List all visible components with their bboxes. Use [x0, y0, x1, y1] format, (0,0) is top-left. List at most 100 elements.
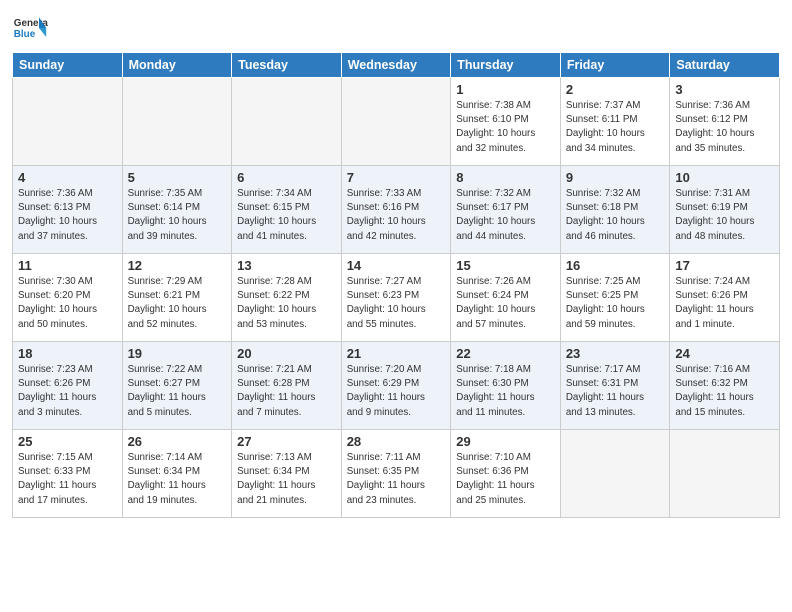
calendar-cell: 8 Sunrise: 7:32 AM Sunset: 6:17 PM Daylig… [451, 166, 561, 254]
calendar-header-wednesday: Wednesday [341, 53, 451, 78]
day-info: Sunrise: 7:28 AM Sunset: 6:22 PM Dayligh… [237, 275, 336, 332]
logo-icon: General Blue [12, 10, 48, 46]
day-number: 24 [675, 346, 774, 361]
calendar-cell: 22 Sunrise: 7:18 AM Sunset: 6:30 PM Dayli… [451, 342, 561, 430]
day-number: 4 [18, 170, 117, 185]
calendar-cell: 17 Sunrise: 7:24 AM Sunset: 6:26 PM Dayli… [670, 254, 780, 342]
calendar-cell [13, 78, 123, 166]
day-info: Sunrise: 7:14 AM Sunset: 6:34 PM Dayligh… [128, 451, 227, 508]
calendar-cell [560, 430, 670, 518]
calendar-header-monday: Monday [122, 53, 232, 78]
calendar-cell: 18 Sunrise: 7:23 AM Sunset: 6:26 PM Dayli… [13, 342, 123, 430]
day-info: Sunrise: 7:29 AM Sunset: 6:21 PM Dayligh… [128, 275, 227, 332]
calendar-cell: 24 Sunrise: 7:16 AM Sunset: 6:32 PM Dayli… [670, 342, 780, 430]
header: General Blue [12, 10, 780, 46]
day-number: 5 [128, 170, 227, 185]
day-info: Sunrise: 7:27 AM Sunset: 6:23 PM Dayligh… [347, 275, 446, 332]
day-info: Sunrise: 7:24 AM Sunset: 6:26 PM Dayligh… [675, 275, 774, 332]
week-row-2: 4 Sunrise: 7:36 AM Sunset: 6:13 PM Daylig… [13, 166, 780, 254]
day-number: 13 [237, 258, 336, 273]
calendar-cell: 15 Sunrise: 7:26 AM Sunset: 6:24 PM Dayli… [451, 254, 561, 342]
calendar-cell: 12Sunrise: 7:29 AM Sunset: 6:21 PM Dayli… [122, 254, 232, 342]
day-number: 25 [18, 434, 117, 449]
week-row-5: 25 Sunrise: 7:15 AM Sunset: 6:33 PM Dayli… [13, 430, 780, 518]
day-number: 22 [456, 346, 555, 361]
calendar-cell [122, 78, 232, 166]
day-info: Sunrise: 7:21 AM Sunset: 6:28 PM Dayligh… [237, 363, 336, 420]
day-info: Sunrise: 7:32 AM Sunset: 6:18 PM Dayligh… [566, 187, 665, 244]
calendar-cell: 14 Sunrise: 7:27 AM Sunset: 6:23 PM Dayli… [341, 254, 451, 342]
day-info: Sunrise: 7:38 AM Sunset: 6:10 PM Dayligh… [456, 99, 555, 156]
calendar-cell: 28 Sunrise: 7:11 AM Sunset: 6:35 PM Dayli… [341, 430, 451, 518]
day-number: 27 [237, 434, 336, 449]
day-info: Sunrise: 7:13 AM Sunset: 6:34 PM Dayligh… [237, 451, 336, 508]
day-info: Sunrise: 7:10 AM Sunset: 6:36 PM Dayligh… [456, 451, 555, 508]
calendar-header-row: SundayMondayTuesdayWednesdayThursdayFrid… [13, 53, 780, 78]
day-info: Sunrise: 7:17 AM Sunset: 6:31 PM Dayligh… [566, 363, 665, 420]
day-info: Sunrise: 7:26 AM Sunset: 6:24 PM Dayligh… [456, 275, 555, 332]
day-number: 28 [347, 434, 446, 449]
calendar-cell: 21 Sunrise: 7:20 AM Sunset: 6:29 PM Dayli… [341, 342, 451, 430]
week-row-3: 11 Sunrise: 7:30 AM Sunset: 6:20 PM Dayli… [13, 254, 780, 342]
calendar: SundayMondayTuesdayWednesdayThursdayFrid… [12, 52, 780, 518]
day-number: 1 [456, 82, 555, 97]
day-number: 16 [566, 258, 665, 273]
calendar-cell: 13 Sunrise: 7:28 AM Sunset: 6:22 PM Dayli… [232, 254, 342, 342]
day-info: Sunrise: 7:37 AM Sunset: 6:11 PM Dayligh… [566, 99, 665, 156]
logo: General Blue [12, 10, 52, 46]
day-info: Sunrise: 7:32 AM Sunset: 6:17 PM Dayligh… [456, 187, 555, 244]
day-number: 18 [18, 346, 117, 361]
page-container: General Blue SundayMondayTuesdayWednesda… [0, 0, 792, 526]
day-number: 21 [347, 346, 446, 361]
calendar-cell: 7 Sunrise: 7:33 AM Sunset: 6:16 PM Daylig… [341, 166, 451, 254]
week-row-4: 18 Sunrise: 7:23 AM Sunset: 6:26 PM Dayli… [13, 342, 780, 430]
calendar-header-sunday: Sunday [13, 53, 123, 78]
calendar-cell: 19Sunrise: 7:22 AM Sunset: 6:27 PM Dayli… [122, 342, 232, 430]
calendar-cell: 20 Sunrise: 7:21 AM Sunset: 6:28 PM Dayli… [232, 342, 342, 430]
day-info: Sunrise: 7:36 AM Sunset: 6:12 PM Dayligh… [675, 99, 774, 156]
day-number: 10 [675, 170, 774, 185]
day-number: 3 [675, 82, 774, 97]
day-info: Sunrise: 7:11 AM Sunset: 6:35 PM Dayligh… [347, 451, 446, 508]
day-number: 17 [675, 258, 774, 273]
day-number: 8 [456, 170, 555, 185]
day-number: 11 [18, 258, 117, 273]
day-info: Sunrise: 7:34 AM Sunset: 6:15 PM Dayligh… [237, 187, 336, 244]
calendar-cell: 3 Sunrise: 7:36 AM Sunset: 6:12 PM Daylig… [670, 78, 780, 166]
day-number: 23 [566, 346, 665, 361]
day-info: Sunrise: 7:36 AM Sunset: 6:13 PM Dayligh… [18, 187, 117, 244]
calendar-cell: 25 Sunrise: 7:15 AM Sunset: 6:33 PM Dayli… [13, 430, 123, 518]
day-number: 2 [566, 82, 665, 97]
calendar-cell: 5Sunrise: 7:35 AM Sunset: 6:14 PM Daylig… [122, 166, 232, 254]
calendar-cell: 9Sunrise: 7:32 AM Sunset: 6:18 PM Daylig… [560, 166, 670, 254]
calendar-cell: 16Sunrise: 7:25 AM Sunset: 6:25 PM Dayli… [560, 254, 670, 342]
calendar-cell [232, 78, 342, 166]
day-number: 14 [347, 258, 446, 273]
calendar-header-saturday: Saturday [670, 53, 780, 78]
calendar-cell: 29Sunrise: 7:10 AM Sunset: 6:36 PM Dayli… [451, 430, 561, 518]
week-row-1: 1 Sunrise: 7:38 AM Sunset: 6:10 PM Daylig… [13, 78, 780, 166]
calendar-cell [670, 430, 780, 518]
day-number: 20 [237, 346, 336, 361]
calendar-cell [341, 78, 451, 166]
calendar-cell: 23 Sunrise: 7:17 AM Sunset: 6:31 PM Dayli… [560, 342, 670, 430]
calendar-cell: 10Sunrise: 7:31 AM Sunset: 6:19 PM Dayli… [670, 166, 780, 254]
calendar-cell: 27 Sunrise: 7:13 AM Sunset: 6:34 PM Dayli… [232, 430, 342, 518]
calendar-header-thursday: Thursday [451, 53, 561, 78]
svg-text:Blue: Blue [14, 29, 36, 40]
day-info: Sunrise: 7:15 AM Sunset: 6:33 PM Dayligh… [18, 451, 117, 508]
calendar-cell: 4 Sunrise: 7:36 AM Sunset: 6:13 PM Daylig… [13, 166, 123, 254]
day-info: Sunrise: 7:18 AM Sunset: 6:30 PM Dayligh… [456, 363, 555, 420]
day-info: Sunrise: 7:20 AM Sunset: 6:29 PM Dayligh… [347, 363, 446, 420]
calendar-header-tuesday: Tuesday [232, 53, 342, 78]
day-number: 15 [456, 258, 555, 273]
day-info: Sunrise: 7:23 AM Sunset: 6:26 PM Dayligh… [18, 363, 117, 420]
day-number: 7 [347, 170, 446, 185]
day-info: Sunrise: 7:33 AM Sunset: 6:16 PM Dayligh… [347, 187, 446, 244]
calendar-cell: 2 Sunrise: 7:37 AM Sunset: 6:11 PM Daylig… [560, 78, 670, 166]
day-info: Sunrise: 7:30 AM Sunset: 6:20 PM Dayligh… [18, 275, 117, 332]
day-info: Sunrise: 7:16 AM Sunset: 6:32 PM Dayligh… [675, 363, 774, 420]
calendar-cell: 26Sunrise: 7:14 AM Sunset: 6:34 PM Dayli… [122, 430, 232, 518]
calendar-cell: 1 Sunrise: 7:38 AM Sunset: 6:10 PM Daylig… [451, 78, 561, 166]
calendar-cell: 11 Sunrise: 7:30 AM Sunset: 6:20 PM Dayli… [13, 254, 123, 342]
